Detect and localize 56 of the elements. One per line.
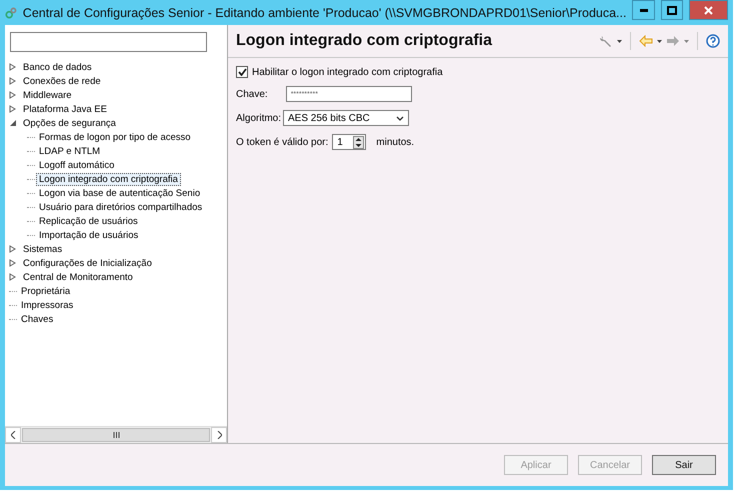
tree-item[interactable]: Sistemas xyxy=(20,242,66,256)
tree-item[interactable]: Usuário para diretórios compartilhados xyxy=(36,200,206,214)
window-title: Central de Configurações Senior - Editando ambiente 'Producao' (\\SVMGBRONDAPRD01\Senior\Produca... xyxy=(22,6,626,20)
maximize-icon xyxy=(666,6,677,14)
expand-arrow-icon[interactable] xyxy=(9,105,17,113)
scroll-left-icon[interactable] xyxy=(10,431,16,439)
tree-item[interactable]: Logon via base de autenticação Senio xyxy=(36,186,204,200)
scroll-right-icon[interactable] xyxy=(216,431,222,439)
caret-icon[interactable] xyxy=(617,40,622,42)
chevron-down-icon xyxy=(396,116,404,120)
unit-label: minutos. xyxy=(376,136,414,148)
expand-arrow-icon[interactable] xyxy=(9,77,17,85)
expand-arrow-icon[interactable] xyxy=(9,63,17,71)
tree-item[interactable]: Central de Monitoramento xyxy=(20,270,136,284)
scrollbar-thumb[interactable] xyxy=(22,428,210,442)
close-icon xyxy=(704,6,713,14)
tree-item[interactable]: Chaves xyxy=(18,312,56,326)
tree-item[interactable]: Replicação de usuários xyxy=(36,214,141,228)
tree-item[interactable]: Impressoras xyxy=(18,298,76,312)
tree-item[interactable]: Plataforma Java EE xyxy=(20,102,110,116)
tree-item[interactable]: Configurações de Inicialização xyxy=(20,256,155,270)
checkmark-icon xyxy=(238,68,246,76)
expand-arrow-icon[interactable] xyxy=(9,91,17,99)
expand-arrow-icon[interactable] xyxy=(9,259,17,267)
maximize-button[interactable] xyxy=(660,0,683,20)
horizontal-scrollbar[interactable] xyxy=(5,426,227,443)
tree-item[interactable]: Logon integrado com criptografia xyxy=(36,172,181,186)
help-icon[interactable] xyxy=(706,34,720,48)
tree-item[interactable]: LDAP e NTLM xyxy=(36,144,104,158)
minimize-icon xyxy=(640,8,648,12)
tree-item[interactable]: Importação de usuários xyxy=(36,228,142,242)
grip-icon xyxy=(112,432,120,438)
panel-title: Logon integrado com criptografia xyxy=(236,32,494,50)
checkbox-label: Habilitar o logon integrado com criptografia xyxy=(252,66,443,78)
dialog-button[interactable]: Sair xyxy=(652,455,716,475)
expand-arrow-icon[interactable] xyxy=(9,245,17,253)
expand-arrow-icon[interactable] xyxy=(9,273,17,281)
field-label: O token é válido por: xyxy=(236,136,328,148)
tree-item[interactable]: Proprietária xyxy=(18,284,74,298)
collapse-arrow-icon[interactable] xyxy=(9,119,17,127)
close-button[interactable] xyxy=(688,0,728,20)
spinner-arrows-icon[interactable] xyxy=(353,136,364,148)
checkbox[interactable] xyxy=(236,66,248,78)
tree-item[interactable]: Logoff automático xyxy=(36,158,118,172)
field-label: Chave: xyxy=(236,88,268,100)
field-label: Algoritmo: xyxy=(236,112,282,124)
tree-item[interactable]: Conexões de rede xyxy=(20,74,104,88)
tree-item[interactable]: Middleware xyxy=(20,88,75,102)
minimize-button[interactable] xyxy=(632,0,655,20)
tree-item[interactable]: Banco de dados xyxy=(20,60,95,74)
number-spinner[interactable]: 1 xyxy=(332,134,366,150)
caret-icon[interactable] xyxy=(657,40,662,42)
search-field[interactable] xyxy=(10,32,207,52)
tree-item[interactable]: Opções de segurança xyxy=(20,116,119,130)
tree-item[interactable]: Formas de logon por tipo de acesso xyxy=(36,130,194,144)
algorithm-dropdown[interactable]: AES 256 bits CBC xyxy=(283,110,410,126)
